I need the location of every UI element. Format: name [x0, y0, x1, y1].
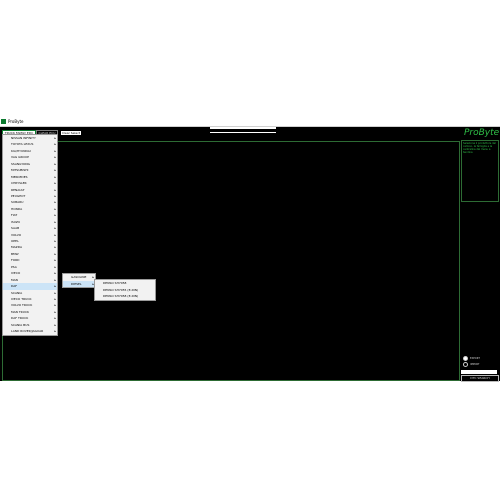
menu-item-label: IVECO	[11, 271, 21, 276]
menu-item-label: SUBARU	[11, 200, 24, 205]
menu-item-label: OPEL	[11, 239, 19, 243]
menu-item-label: GASOLINE	[71, 275, 87, 279]
menu-item-label: VAG GROUP	[11, 155, 29, 160]
main-panel	[2, 141, 460, 381]
menu-item-label: SCANIA	[11, 290, 23, 295]
menu-item[interactable]: DENSO SH7058 (E-DIN)	[95, 293, 155, 300]
menu-item-label: RENAULT	[11, 187, 25, 192]
radio-dot-icon[interactable]	[463, 361, 468, 367]
menu-item-label: FORD	[11, 258, 20, 263]
menu-item-label: MITSUBISHI	[11, 168, 29, 173]
menu-item-label: PSA	[11, 264, 17, 269]
radio-dot-icon[interactable]	[463, 355, 468, 361]
menu-item-label: MAZDA	[11, 245, 23, 250]
menu-item-label: IVECO TRUCK	[11, 296, 32, 301]
app-client-area: TRUCK FAMILY EDC CLEAR ECU Clear Select	[0, 127, 500, 381]
app-icon	[1, 119, 6, 124]
menu-item-label: BMW	[11, 251, 19, 256]
menu-item-label: SCANIA BUS	[11, 322, 30, 327]
manufacturer-menu: NISSAN INFINITY ▸ TOYOTA LEXUS ▸ KIA/HYUNDAI…	[2, 134, 58, 336]
menu-item-label: DIESEL	[71, 281, 82, 286]
menu-item-label: KIA/HYUNDAI	[11, 148, 31, 153]
window-title: ProByte	[8, 119, 24, 124]
menu-item-label: MAN TRUCK	[11, 309, 30, 314]
menu-item[interactable]: DIESEL▸	[63, 280, 95, 287]
info-text: Seleziona il produttore del camion, la f…	[463, 142, 496, 154]
menu-item-label: VOLVO	[11, 232, 22, 237]
menu-item-label: MERCEDES	[11, 174, 28, 179]
menu-item-label: SSANGYONG	[11, 161, 30, 166]
menu-item-label: SAAB	[11, 226, 20, 231]
menu-item-label: MAN	[11, 277, 18, 282]
menu-item-label: NISSAN INFINITY	[11, 136, 36, 140]
info-panel: Seleziona il produttore del camion, la f…	[461, 140, 499, 202]
probyte-logo: ProByte	[464, 128, 500, 138]
menu-item-label: DAF TRUCK	[11, 316, 29, 321]
submenu-arrow-icon: ▸	[54, 329, 56, 334]
menu-item-label: FIAT	[11, 213, 18, 218]
menu-item-label: VOLVO TRUCK	[11, 303, 33, 308]
menu-item-label: CHRYSLER	[11, 181, 27, 186]
menu-item-label: DENSO SH7058	[103, 281, 127, 285]
clear-select-button[interactable]: Clear Select	[61, 131, 81, 135]
ecu-submenu: DENSO SH7058 DENSO SH7055 (E-DIN) DENSO SH…	[94, 279, 156, 301]
menu-item-label: PEUGEOT	[11, 193, 26, 198]
menu-item[interactable]: LAND ROVER/JAGUAR ▸	[3, 328, 57, 334]
dtc-search-button[interactable]: DTC SEARCH	[461, 375, 499, 382]
menu-item-label: HONDA	[11, 206, 23, 211]
search-input[interactable]	[461, 370, 497, 374]
menu-item-label: ISUZU	[11, 219, 21, 224]
menu-item-label: DENSO SH7055 (E-DIN)	[103, 287, 139, 292]
menu-item-label: LAND ROVER/JAGUAR	[11, 329, 44, 334]
menu-item-label: DENSO SH7058 (E-DIN)	[103, 294, 139, 298]
menu-item-label: DAF	[11, 284, 18, 289]
fuel-submenu: GASOLINE▸DIESEL▸	[62, 273, 96, 288]
title-bar: ProByte	[0, 118, 500, 127]
top-input-bar-underline	[210, 132, 276, 133]
radio-export[interactable]: EXPORT	[463, 355, 480, 361]
radio-import[interactable]: IMPORT	[463, 361, 480, 367]
top-input-bar[interactable]	[210, 127, 276, 129]
menu-item-label: TOYOTA LEXUS	[11, 142, 34, 147]
radio-label: IMPORT	[470, 362, 480, 366]
radio-label: EXPORT	[470, 356, 480, 360]
